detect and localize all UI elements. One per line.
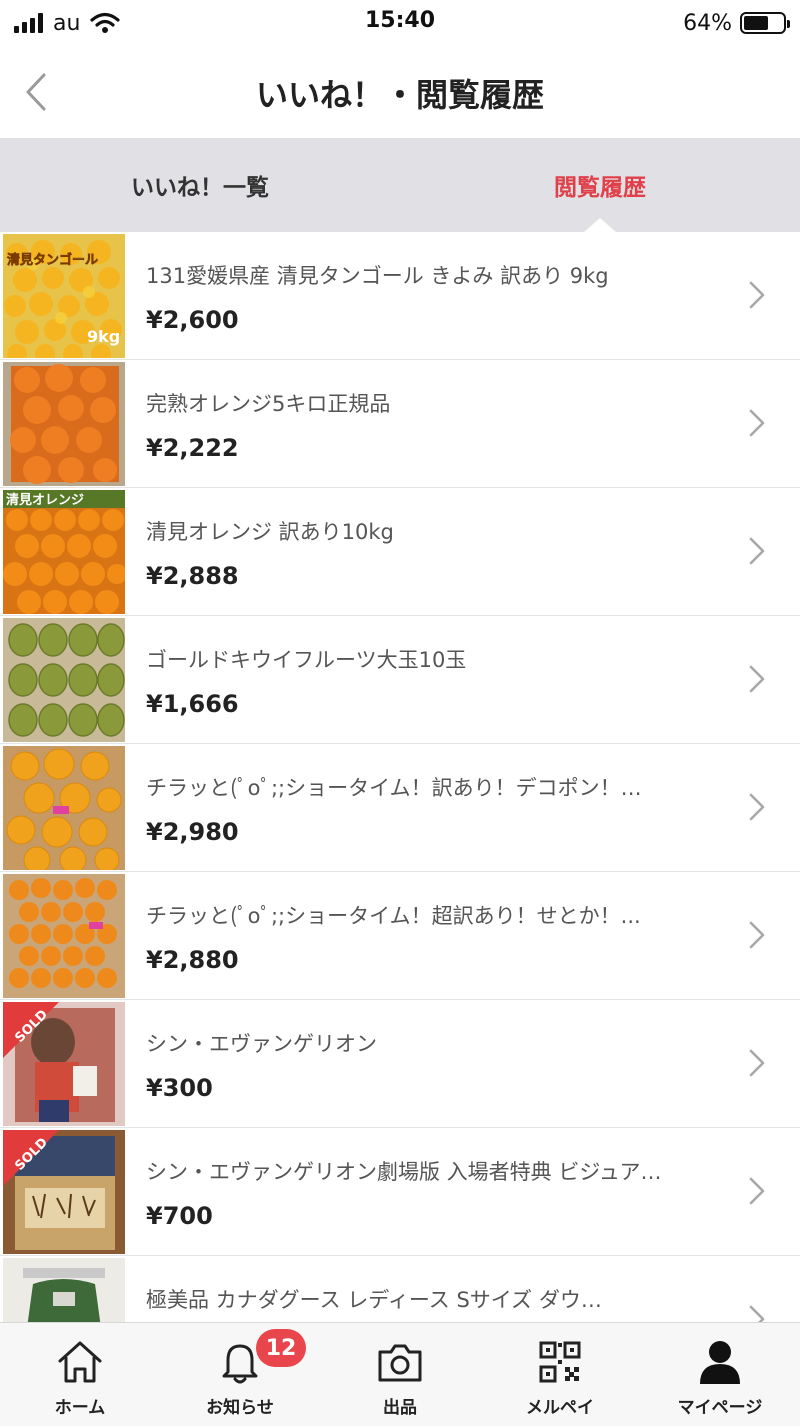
battery-percent: 64% [683,10,732,36]
chevron-right-icon [749,1177,765,1205]
item-thumbnail: 清見タンゴール 9kg [3,234,125,358]
home-icon [58,1341,102,1383]
list-item[interactable]: 清見タンゴール 9kg 131愛媛県産 清見タンゴール きよみ 訳あり 9kg … [0,232,800,360]
bottom-tab-bar: ホーム お知らせ 12 出品 メルペイ マイページ [0,1322,800,1426]
chevron-right-icon [749,1049,765,1077]
nav-mypage-label: マイページ [677,1398,763,1418]
nav-home[interactable]: ホーム [0,1323,160,1426]
notification-badge: 12 [256,1329,306,1367]
chevron-right-icon [749,1305,765,1322]
nav-notifications-label: お知らせ [206,1398,274,1418]
nav-bar: いいね！・閲覧履歴 [0,46,800,138]
person-icon [700,1341,740,1384]
chevron-right-icon [749,281,765,309]
item-title: チラッと(ﾟoﾟ;;ショータイム！訳あり！デコポン！… [146,776,642,800]
tab-likes[interactable]: いいね！一覧 [0,138,400,232]
list-item[interactable]: SOLD シン・エヴァンゲリオン ¥300 [0,1000,800,1128]
item-title: ゴールドキウイフルーツ大玉10玉 [146,648,467,672]
item-title: 完熟オレンジ5キロ正規品 [146,392,391,416]
nav-sell[interactable]: 出品 [320,1323,480,1426]
item-title: シン・エヴァンゲリオン [146,1032,377,1056]
nav-home-label: ホーム [54,1398,106,1418]
chevron-right-icon [749,537,765,565]
tab-history[interactable]: 閲覧履歴 [400,138,800,232]
chevron-right-icon [749,665,765,693]
list-item[interactable]: ゴールドキウイフルーツ大玉10玉 ¥1,666 [0,616,800,744]
thumb-label-kiyomi: 清見タンゴール [7,252,98,268]
battery-icon [740,12,790,34]
item-thumbnail: 清見オレンジ [3,490,125,614]
status-time: 15:40 [364,8,436,33]
list-item[interactable]: チラッと(ﾟoﾟ;;ショータイム！超訳あり！せとか！... ¥2,880 [0,872,800,1000]
item-price: ¥1,666 [146,690,239,718]
item-thumbnail [3,746,125,870]
item-thumbnail [3,362,125,486]
nav-notifications[interactable]: お知らせ 12 [160,1323,320,1426]
list-item[interactable]: SOLD シン・エヴァンゲリオン劇場版 入場者特典 ビジュア… ¥700 [0,1128,800,1256]
camera-icon [378,1344,422,1382]
nav-mypage[interactable]: マイページ [640,1323,800,1426]
item-price: ¥2,980 [146,818,239,846]
tab-history-label: 閲覧履歴 [554,175,646,201]
battery-fill [744,16,768,30]
item-price: ¥2,888 [146,562,239,590]
item-price: ¥2,600 [146,306,239,334]
thumb-tag-weight: 9kg [87,327,120,346]
item-price: ¥700 [146,1202,213,1230]
active-tab-indicator [584,218,616,232]
tab-bar: いいね！一覧 閲覧履歴 [0,138,800,232]
history-list: 清見タンゴール 9kg 131愛媛県産 清見タンゴール きよみ 訳あり 9kg … [0,232,800,1322]
chevron-right-icon [749,409,765,437]
list-item[interactable]: チラッと(ﾟoﾟ;;ショータイム！訳あり！デコポン！… ¥2,980 [0,744,800,872]
nav-merpay-label: メルペイ [526,1398,594,1418]
page-title: いいね！・閲覧履歴 [255,76,544,114]
item-title: チラッと(ﾟoﾟ;;ショータイム！超訳あり！せとか！... [146,904,641,928]
status-bar: au 15:40 64% [0,0,800,46]
tab-likes-label: いいね！一覧 [131,175,269,201]
qr-code-icon [539,1341,581,1383]
chevron-right-icon [749,921,765,949]
list-item[interactable]: 極美品 カナダグース レディース Sサイズ ダウ… [0,1256,800,1322]
thumb-label-kiyomi-orange: 清見オレンジ [6,492,84,508]
list-item[interactable]: 完熟オレンジ5キロ正規品 ¥2,222 [0,360,800,488]
item-title: シン・エヴァンゲリオン劇場版 入場者特典 ビジュア… [146,1160,662,1184]
chevron-right-icon [749,793,765,821]
item-price: ¥2,880 [146,946,239,974]
battery-tip [787,20,790,28]
item-price: ¥2,222 [146,434,239,462]
item-thumbnail [3,1258,125,1322]
item-thumbnail: SOLD [3,1002,125,1126]
nav-sell-label: 出品 [383,1398,417,1418]
item-price: ¥300 [146,1074,213,1102]
item-title: 極美品 カナダグース レディース Sサイズ ダウ… [146,1288,602,1312]
list-item[interactable]: 清見オレンジ 清見オレンジ 訳あり10kg ¥2,888 [0,488,800,616]
item-thumbnail [3,874,125,998]
item-title: 131愛媛県産 清見タンゴール きよみ 訳あり 9kg [146,264,609,288]
nav-merpay[interactable]: メルペイ [480,1323,640,1426]
item-title: 清見オレンジ 訳あり10kg [146,520,394,544]
status-right: 64% [683,8,790,38]
item-thumbnail: SOLD [3,1130,125,1254]
item-thumbnail [3,618,125,742]
